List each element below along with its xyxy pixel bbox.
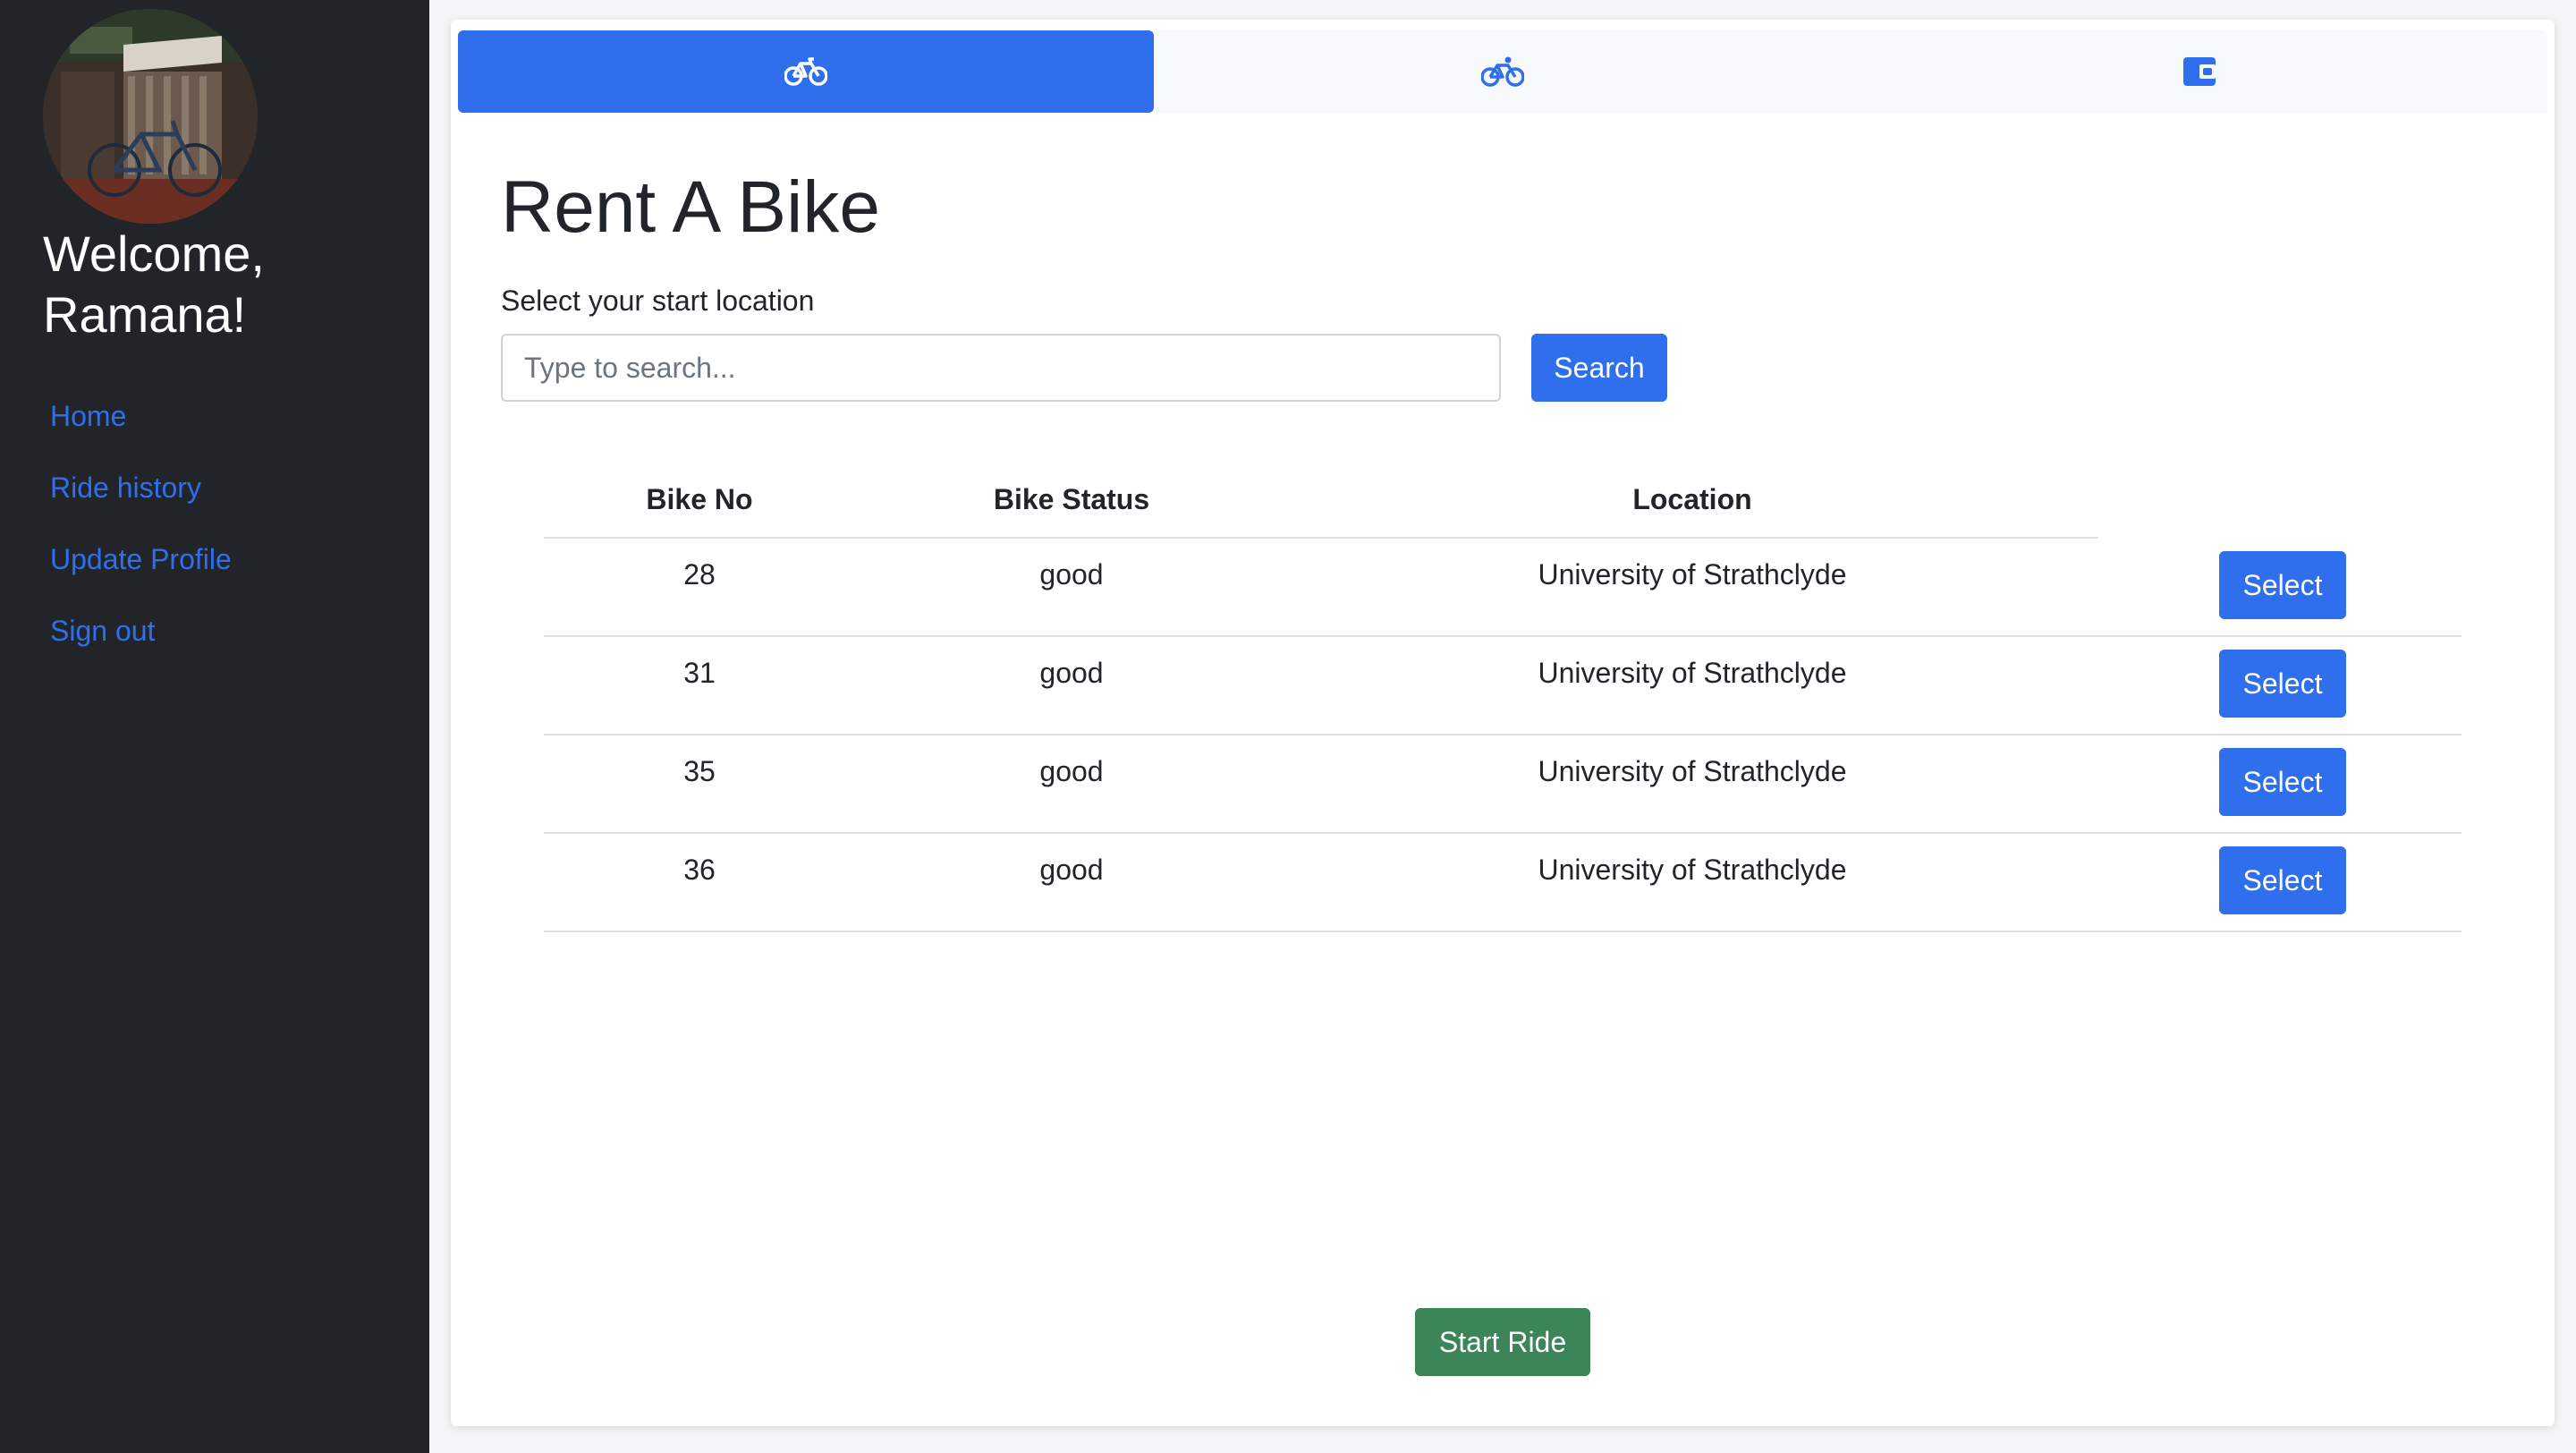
bike-no-cell: 31 bbox=[683, 657, 716, 689]
nav-update-profile-link[interactable]: Update Profile bbox=[50, 541, 232, 577]
main-card: Rent A Bike Select your start location S… bbox=[451, 20, 2555, 1426]
select-button[interactable]: Select bbox=[2219, 650, 2346, 718]
location-cell: University of Strathclyde bbox=[1538, 854, 1847, 886]
select-button[interactable]: Select bbox=[2219, 748, 2346, 816]
bike-status-cell: good bbox=[1039, 558, 1104, 591]
location-cell: University of Strathclyde bbox=[1538, 755, 1847, 787]
location-cell: University of Strathclyde bbox=[1538, 558, 1847, 591]
table-row: 28 good University of Strathclyde Select bbox=[544, 539, 2462, 637]
welcome-message: Welcome, Ramana! bbox=[43, 225, 265, 343]
tab-wallet[interactable] bbox=[1852, 30, 2547, 113]
bike-table: Bike No Bike Status Location 28 good Uni… bbox=[544, 467, 2462, 932]
search-input[interactable] bbox=[501, 334, 1501, 402]
bike-no-cell: 35 bbox=[683, 755, 716, 787]
table-row: 36 good University of Strathclyde Select bbox=[544, 834, 2462, 932]
bicycle-rider-icon bbox=[1481, 54, 1524, 89]
select-button[interactable]: Select bbox=[2219, 551, 2346, 619]
tab-rent-bike[interactable] bbox=[458, 30, 1154, 113]
sidebar: Welcome, Ramana! Home Ride history Updat… bbox=[0, 0, 429, 1453]
sidebar-nav: Home Ride history Update Profile Sign ou… bbox=[50, 398, 232, 684]
bicycle-icon bbox=[784, 54, 827, 89]
nav-sign-out-link[interactable]: Sign out bbox=[50, 613, 232, 649]
location-cell: University of Strathclyde bbox=[1538, 657, 1847, 689]
table-row: 31 good University of Strathclyde Select bbox=[544, 637, 2462, 735]
wallet-icon bbox=[2178, 54, 2221, 89]
table-row: 35 good University of Strathclyde Select bbox=[544, 735, 2462, 834]
start-ride-button[interactable]: Start Ride bbox=[1415, 1308, 1590, 1376]
bike-no-cell: 36 bbox=[683, 854, 716, 886]
nav-ride-history-link[interactable]: Ride history bbox=[50, 470, 232, 506]
page-subtitle: Select your start location bbox=[501, 285, 815, 317]
page-title: Rent A Bike bbox=[501, 166, 880, 248]
column-header-bike-status: Bike Status bbox=[993, 483, 1150, 515]
tab-bar bbox=[458, 30, 2547, 113]
bike-status-cell: good bbox=[1039, 755, 1104, 787]
column-header-bike-no: Bike No bbox=[646, 483, 753, 515]
nav-home-link[interactable]: Home bbox=[50, 398, 232, 434]
select-button[interactable]: Select bbox=[2219, 846, 2346, 914]
search-button[interactable]: Search bbox=[1531, 334, 1667, 402]
column-header-location: Location bbox=[1632, 483, 1752, 515]
bike-status-cell: good bbox=[1039, 657, 1104, 689]
bike-no-cell: 28 bbox=[683, 558, 716, 591]
tab-ride[interactable] bbox=[1155, 30, 1851, 113]
avatar bbox=[43, 9, 258, 224]
table-header: Bike No Bike Status Location bbox=[544, 467, 2098, 539]
bike-status-cell: good bbox=[1039, 854, 1104, 886]
